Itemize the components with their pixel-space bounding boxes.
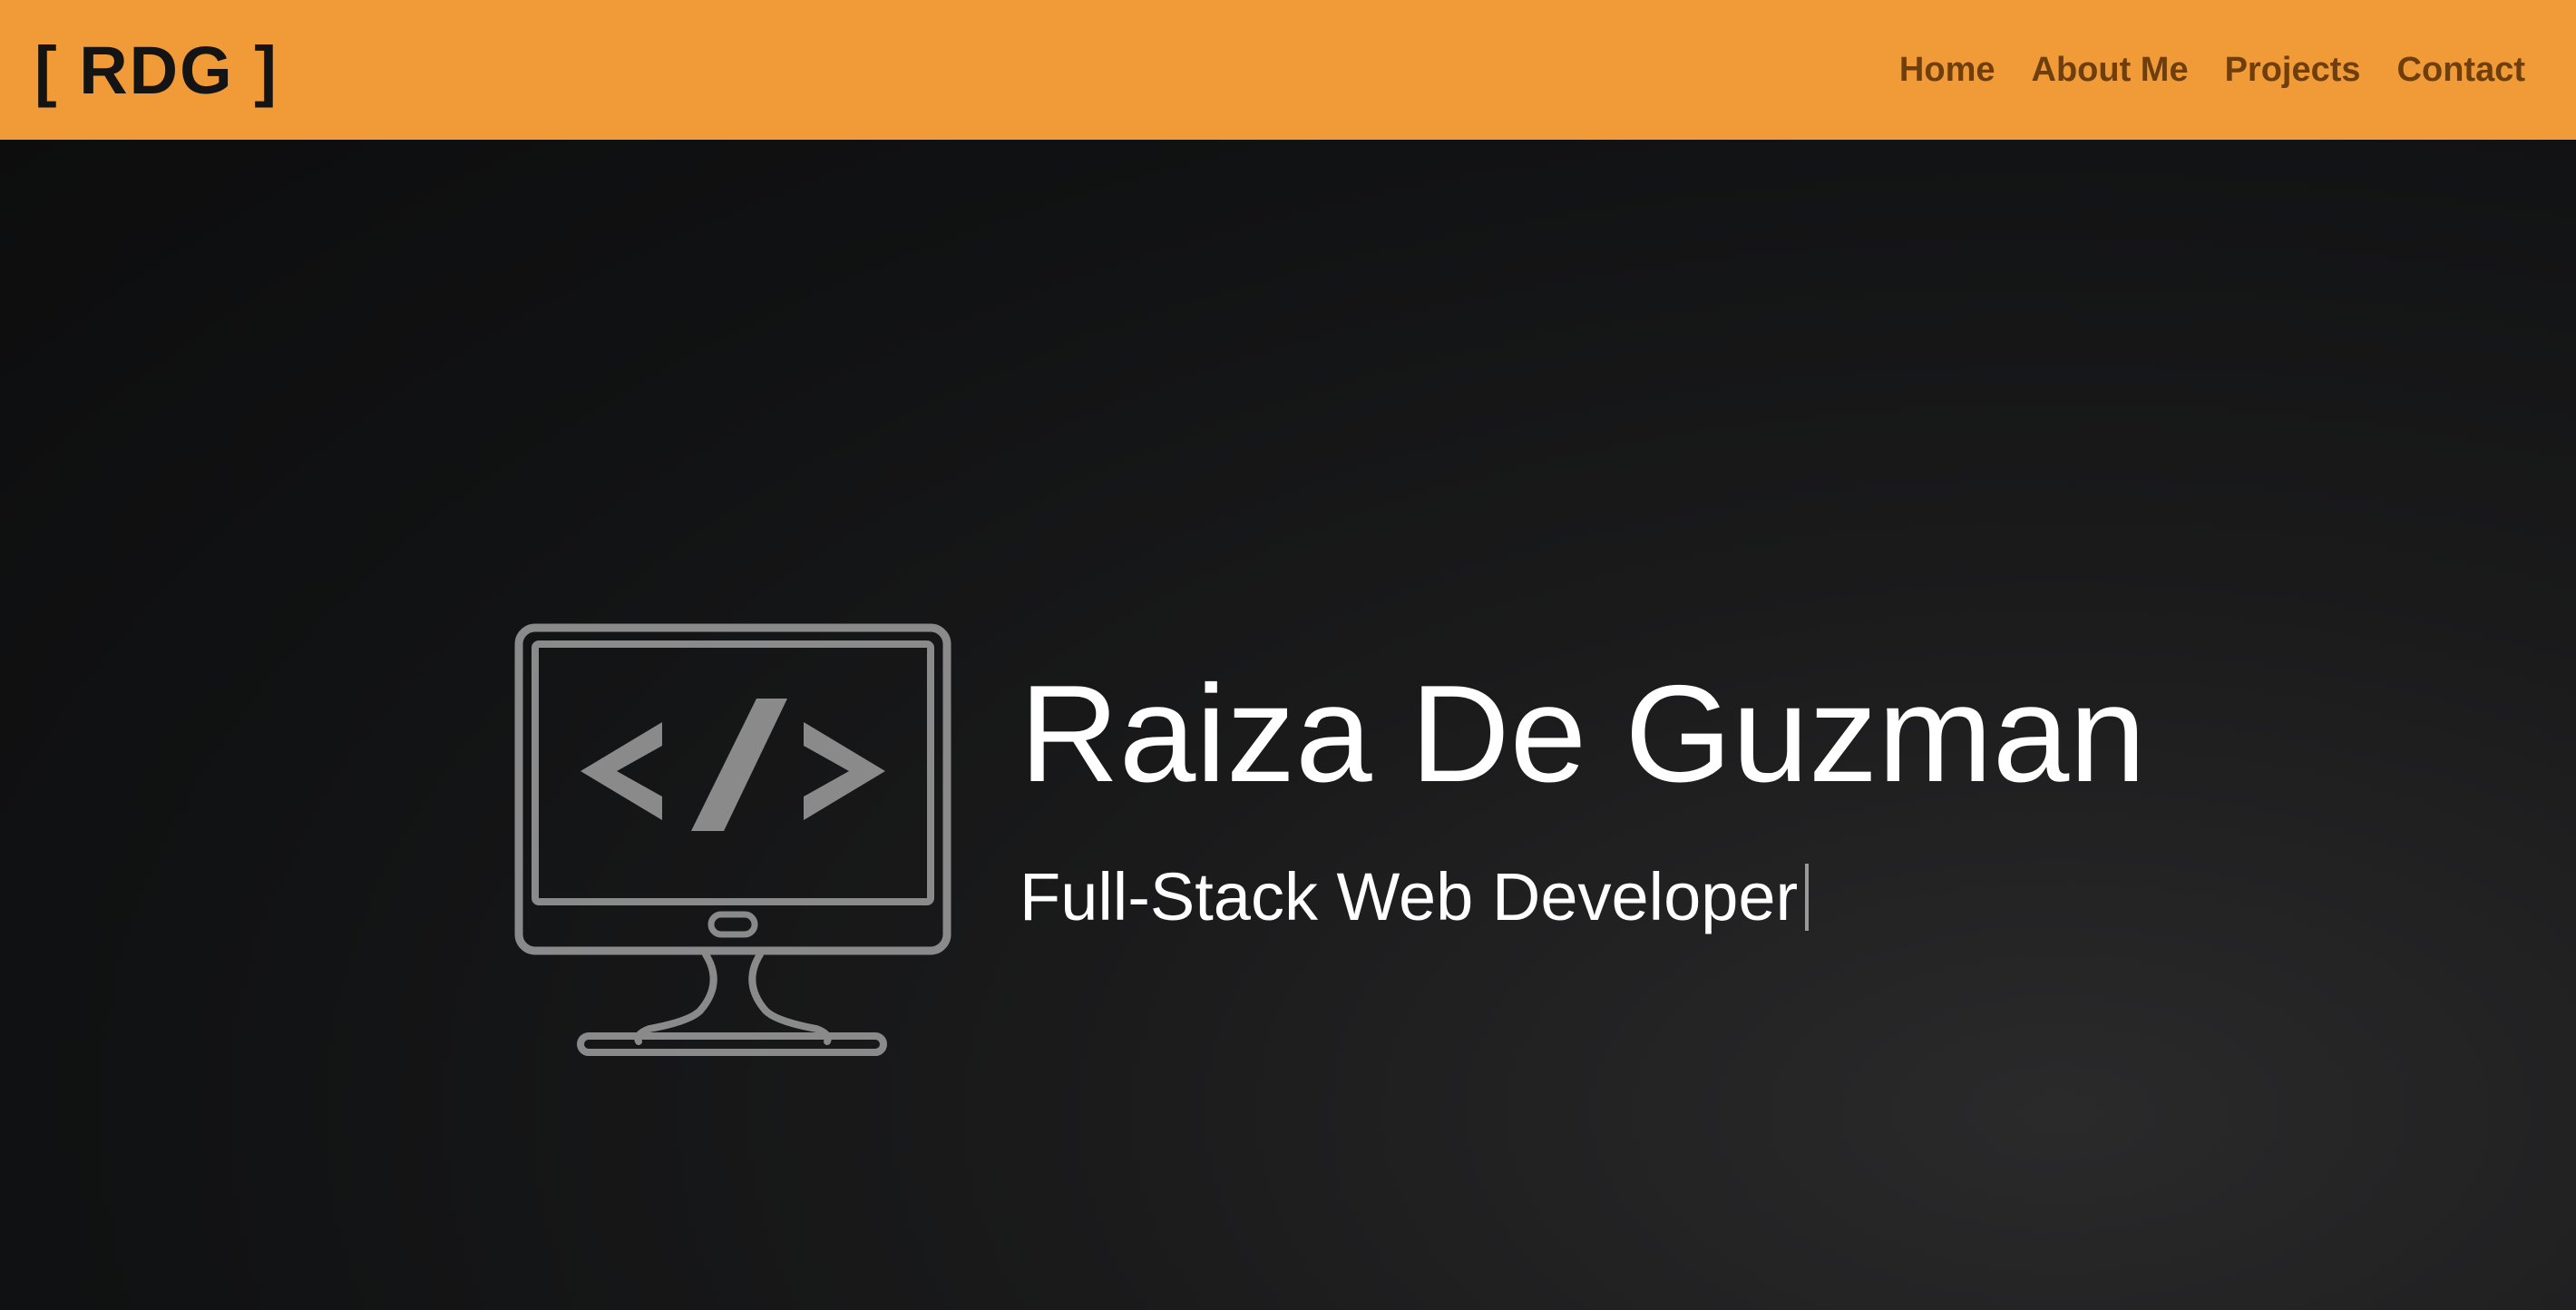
nav-link-contact[interactable]: Contact [2397,51,2525,90]
hero-section: Raiza De Guzman Full-Stack Web Developer [0,140,2576,1310]
nav-link-projects[interactable]: Projects [2225,51,2361,90]
hero-text: Raiza De Guzman Full-Stack Web Developer [1020,657,2146,938]
nav-link-home[interactable]: Home [1899,51,1995,90]
hero-role-row: Full-Stack Web Developer [1020,856,2146,938]
top-navbar: [ RDG ] Home About Me Projects Contact [0,0,2576,140]
nav-link-about-me[interactable]: About Me [2032,51,2189,90]
hero-role: Full-Stack Web Developer [1020,859,1799,934]
monitor-code-icon [514,623,951,1056]
nav-links: Home About Me Projects Contact [1899,51,2525,90]
typing-cursor [1805,864,1810,931]
brand-logo[interactable]: [ RDG ] [34,32,278,109]
hero-name: Raiza De Guzman [1020,657,2146,811]
